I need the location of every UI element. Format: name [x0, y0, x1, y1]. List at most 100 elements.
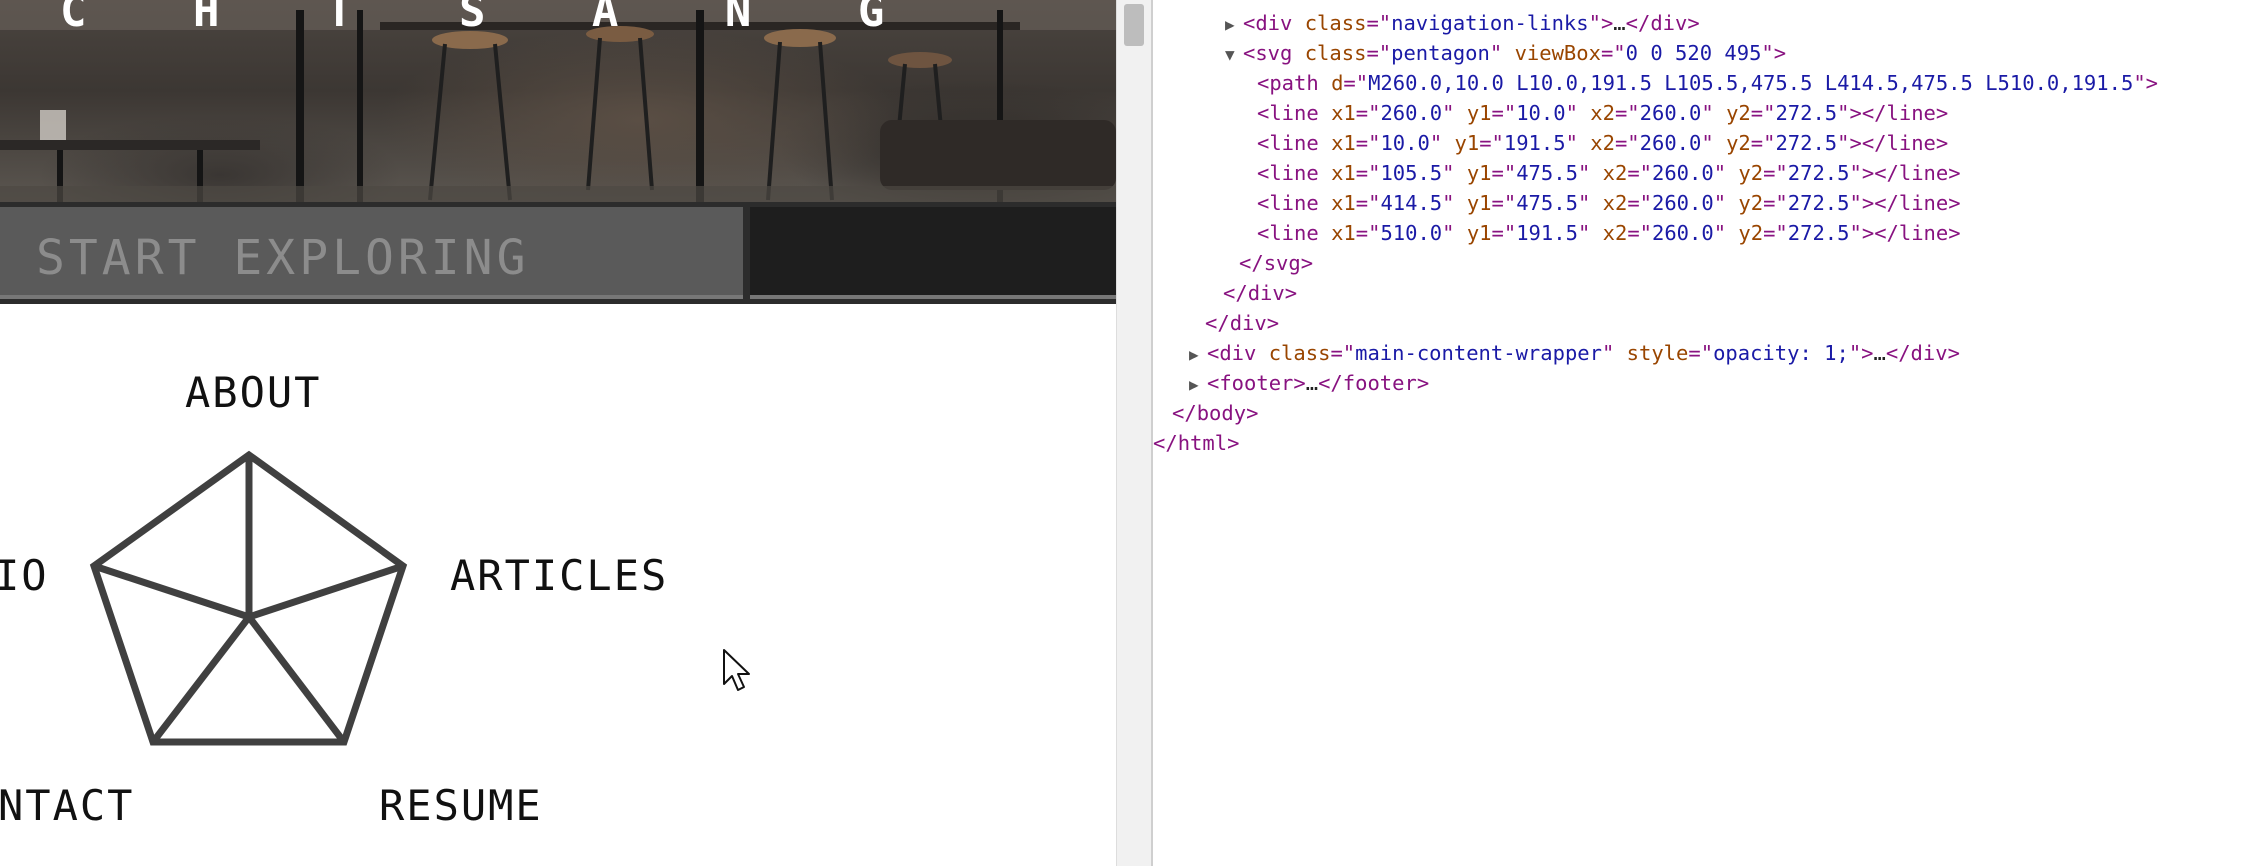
- tag-name: line: [1269, 221, 1319, 245]
- tag-name: line: [1898, 221, 1949, 245]
- dom-node-line[interactable]: <line x1="10.0" y1="191.5" x2="260.0" y2…: [1257, 128, 1948, 158]
- tag-name: line: [1269, 191, 1319, 215]
- tag-name: line: [1269, 101, 1319, 125]
- tag-bracket: >: [1300, 251, 1314, 275]
- attr-quote: =": [1355, 161, 1381, 185]
- page-scrollbar-thumb[interactable]: [1124, 4, 1144, 46]
- tag-name: div: [1229, 311, 1267, 335]
- attr-name: class: [1268, 341, 1331, 365]
- attr-name: viewBox: [1514, 41, 1601, 65]
- dom-node-line[interactable]: </body>: [1172, 398, 1258, 428]
- attr-name: x2: [1590, 131, 1615, 155]
- attr-value: 475.5: [1516, 161, 1578, 185]
- dom-node-line[interactable]: ▶ <div class="navigation-links">…</div>: [1225, 8, 1700, 38]
- dom-node-line[interactable]: <line x1="414.5" y1="475.5" x2="260.0" y…: [1257, 188, 1961, 218]
- attr-quote: =": [1366, 41, 1392, 65]
- tag-bracket: </: [1885, 341, 1911, 365]
- dom-node-line[interactable]: ▼ <svg class="pentagon" viewBox="0 0 520 …: [1225, 38, 1786, 68]
- attr-quote: ": [1713, 161, 1727, 185]
- dom-node-line[interactable]: <path d="M260.0,10.0 L10.0,191.5 L105.5,…: [1257, 68, 2158, 98]
- dom-node-line[interactable]: <line x1="510.0" y1="191.5" x2="260.0" y…: [1257, 218, 1961, 248]
- mouse-cursor-icon: [723, 649, 750, 691]
- attr-quote: ": [1577, 191, 1591, 215]
- attr-quote: =": [1627, 191, 1652, 215]
- tag-bracket: >: [1947, 341, 1960, 365]
- attr-value: 272.5: [1775, 131, 1838, 155]
- tag-name: line: [1898, 191, 1949, 215]
- attr-name: x1: [1331, 161, 1356, 185]
- attr-quote: ": [1588, 11, 1601, 35]
- tag-bracket: >: [1861, 191, 1875, 215]
- tag-name: div: [1219, 341, 1257, 365]
- tag-bracket: <: [1243, 41, 1256, 65]
- attr-quote: =": [1750, 131, 1776, 155]
- nav-link-articles[interactable]: ARTICLES: [450, 553, 668, 599]
- dom-node-line[interactable]: ▶ <div class="main-content-wrapper" style…: [1189, 338, 1960, 368]
- tag-bracket: >: [1246, 401, 1259, 425]
- attr-name: y1: [1454, 131, 1480, 155]
- attr-name: x2: [1602, 161, 1628, 185]
- nav-link-portfolio[interactable]: IO: [0, 553, 49, 599]
- dom-node-line[interactable]: <line x1="105.5" y1="475.5" x2="260.0" y…: [1257, 158, 1961, 188]
- nav-link-contact[interactable]: NTACT: [0, 783, 134, 829]
- dom-node-line[interactable]: ▶ <footer>…</footer>: [1189, 368, 1429, 398]
- attr-quote: ": [1761, 41, 1774, 65]
- expand-triangle-icon: ▶: [1225, 15, 1235, 34]
- tag-bracket: </: [1874, 161, 1899, 185]
- attr-quote: ": [1442, 101, 1455, 125]
- attr-quote: =": [1491, 161, 1517, 185]
- attr-name: x1: [1331, 101, 1356, 125]
- tag-bracket: </: [1861, 101, 1887, 125]
- tag-bracket: >: [1600, 11, 1614, 35]
- tag-name: line: [1269, 161, 1319, 185]
- dom-node-line[interactable]: <line x1="260.0" y1="10.0" x2="260.0" y2…: [1257, 98, 1948, 128]
- tag-name: div: [1255, 11, 1293, 35]
- dom-node-line[interactable]: </div>: [1205, 308, 1279, 338]
- tag-bracket: <: [1257, 161, 1270, 185]
- tag-bracket: <: [1257, 221, 1270, 245]
- attr-quote: =": [1330, 341, 1356, 365]
- attr-value: 260.0: [1652, 191, 1714, 215]
- attr-value: 260.0: [1639, 131, 1702, 155]
- attr-value: 272.5: [1787, 221, 1850, 245]
- tag-bracket: >: [1266, 311, 1280, 335]
- tag-bracket: >: [1861, 341, 1874, 365]
- attr-name: x2: [1590, 101, 1615, 125]
- collapse-triangle-icon: ▼: [1225, 45, 1235, 64]
- attr-name: x1: [1331, 131, 1356, 155]
- attr-quote: =": [1491, 101, 1517, 125]
- attr-value: 414.5: [1380, 191, 1443, 215]
- nav-link-about[interactable]: ABOUT: [185, 370, 321, 416]
- attr-name: y2: [1738, 161, 1764, 185]
- attr-quote: =": [1614, 131, 1640, 155]
- attr-value: pentagon: [1391, 41, 1490, 65]
- attr-quote: ": [1565, 101, 1578, 125]
- tag-bracket: >: [1849, 101, 1862, 125]
- tag-bracket: >: [2145, 71, 2158, 95]
- attr-value: 475.5: [1516, 191, 1578, 215]
- attr-name: y2: [1738, 191, 1764, 215]
- dom-node-line[interactable]: </html>: [1153, 428, 1239, 458]
- tag-bracket: >: [1861, 221, 1875, 245]
- attr-name: y1: [1466, 221, 1492, 245]
- dom-node-line[interactable]: </svg>: [1239, 248, 1313, 278]
- tag-name: div: [1247, 281, 1285, 305]
- tag-bracket: <: [1243, 11, 1256, 35]
- expand-triangle-icon: ▶: [1189, 375, 1199, 394]
- tag-bracket: >: [1227, 431, 1240, 455]
- attr-name: x1: [1331, 221, 1356, 245]
- attr-value: 272.5: [1787, 191, 1850, 215]
- tag-name: line: [1886, 101, 1936, 125]
- attr-name: y2: [1726, 131, 1751, 155]
- tag-bracket: </: [1874, 221, 1899, 245]
- tag-bracket: </: [1625, 11, 1651, 35]
- nav-link-resume[interactable]: RESUME: [379, 783, 543, 829]
- tag-bracket: </: [1205, 311, 1230, 335]
- page-scrollbar[interactable]: [1116, 0, 1151, 866]
- tag-bracket: >: [1948, 161, 1961, 185]
- attr-quote: ": [1849, 191, 1862, 215]
- dom-node-line[interactable]: </div>: [1223, 278, 1297, 308]
- attr-quote: ": [1442, 191, 1455, 215]
- tag-bracket: >: [1849, 131, 1862, 155]
- attr-name: y2: [1738, 221, 1764, 245]
